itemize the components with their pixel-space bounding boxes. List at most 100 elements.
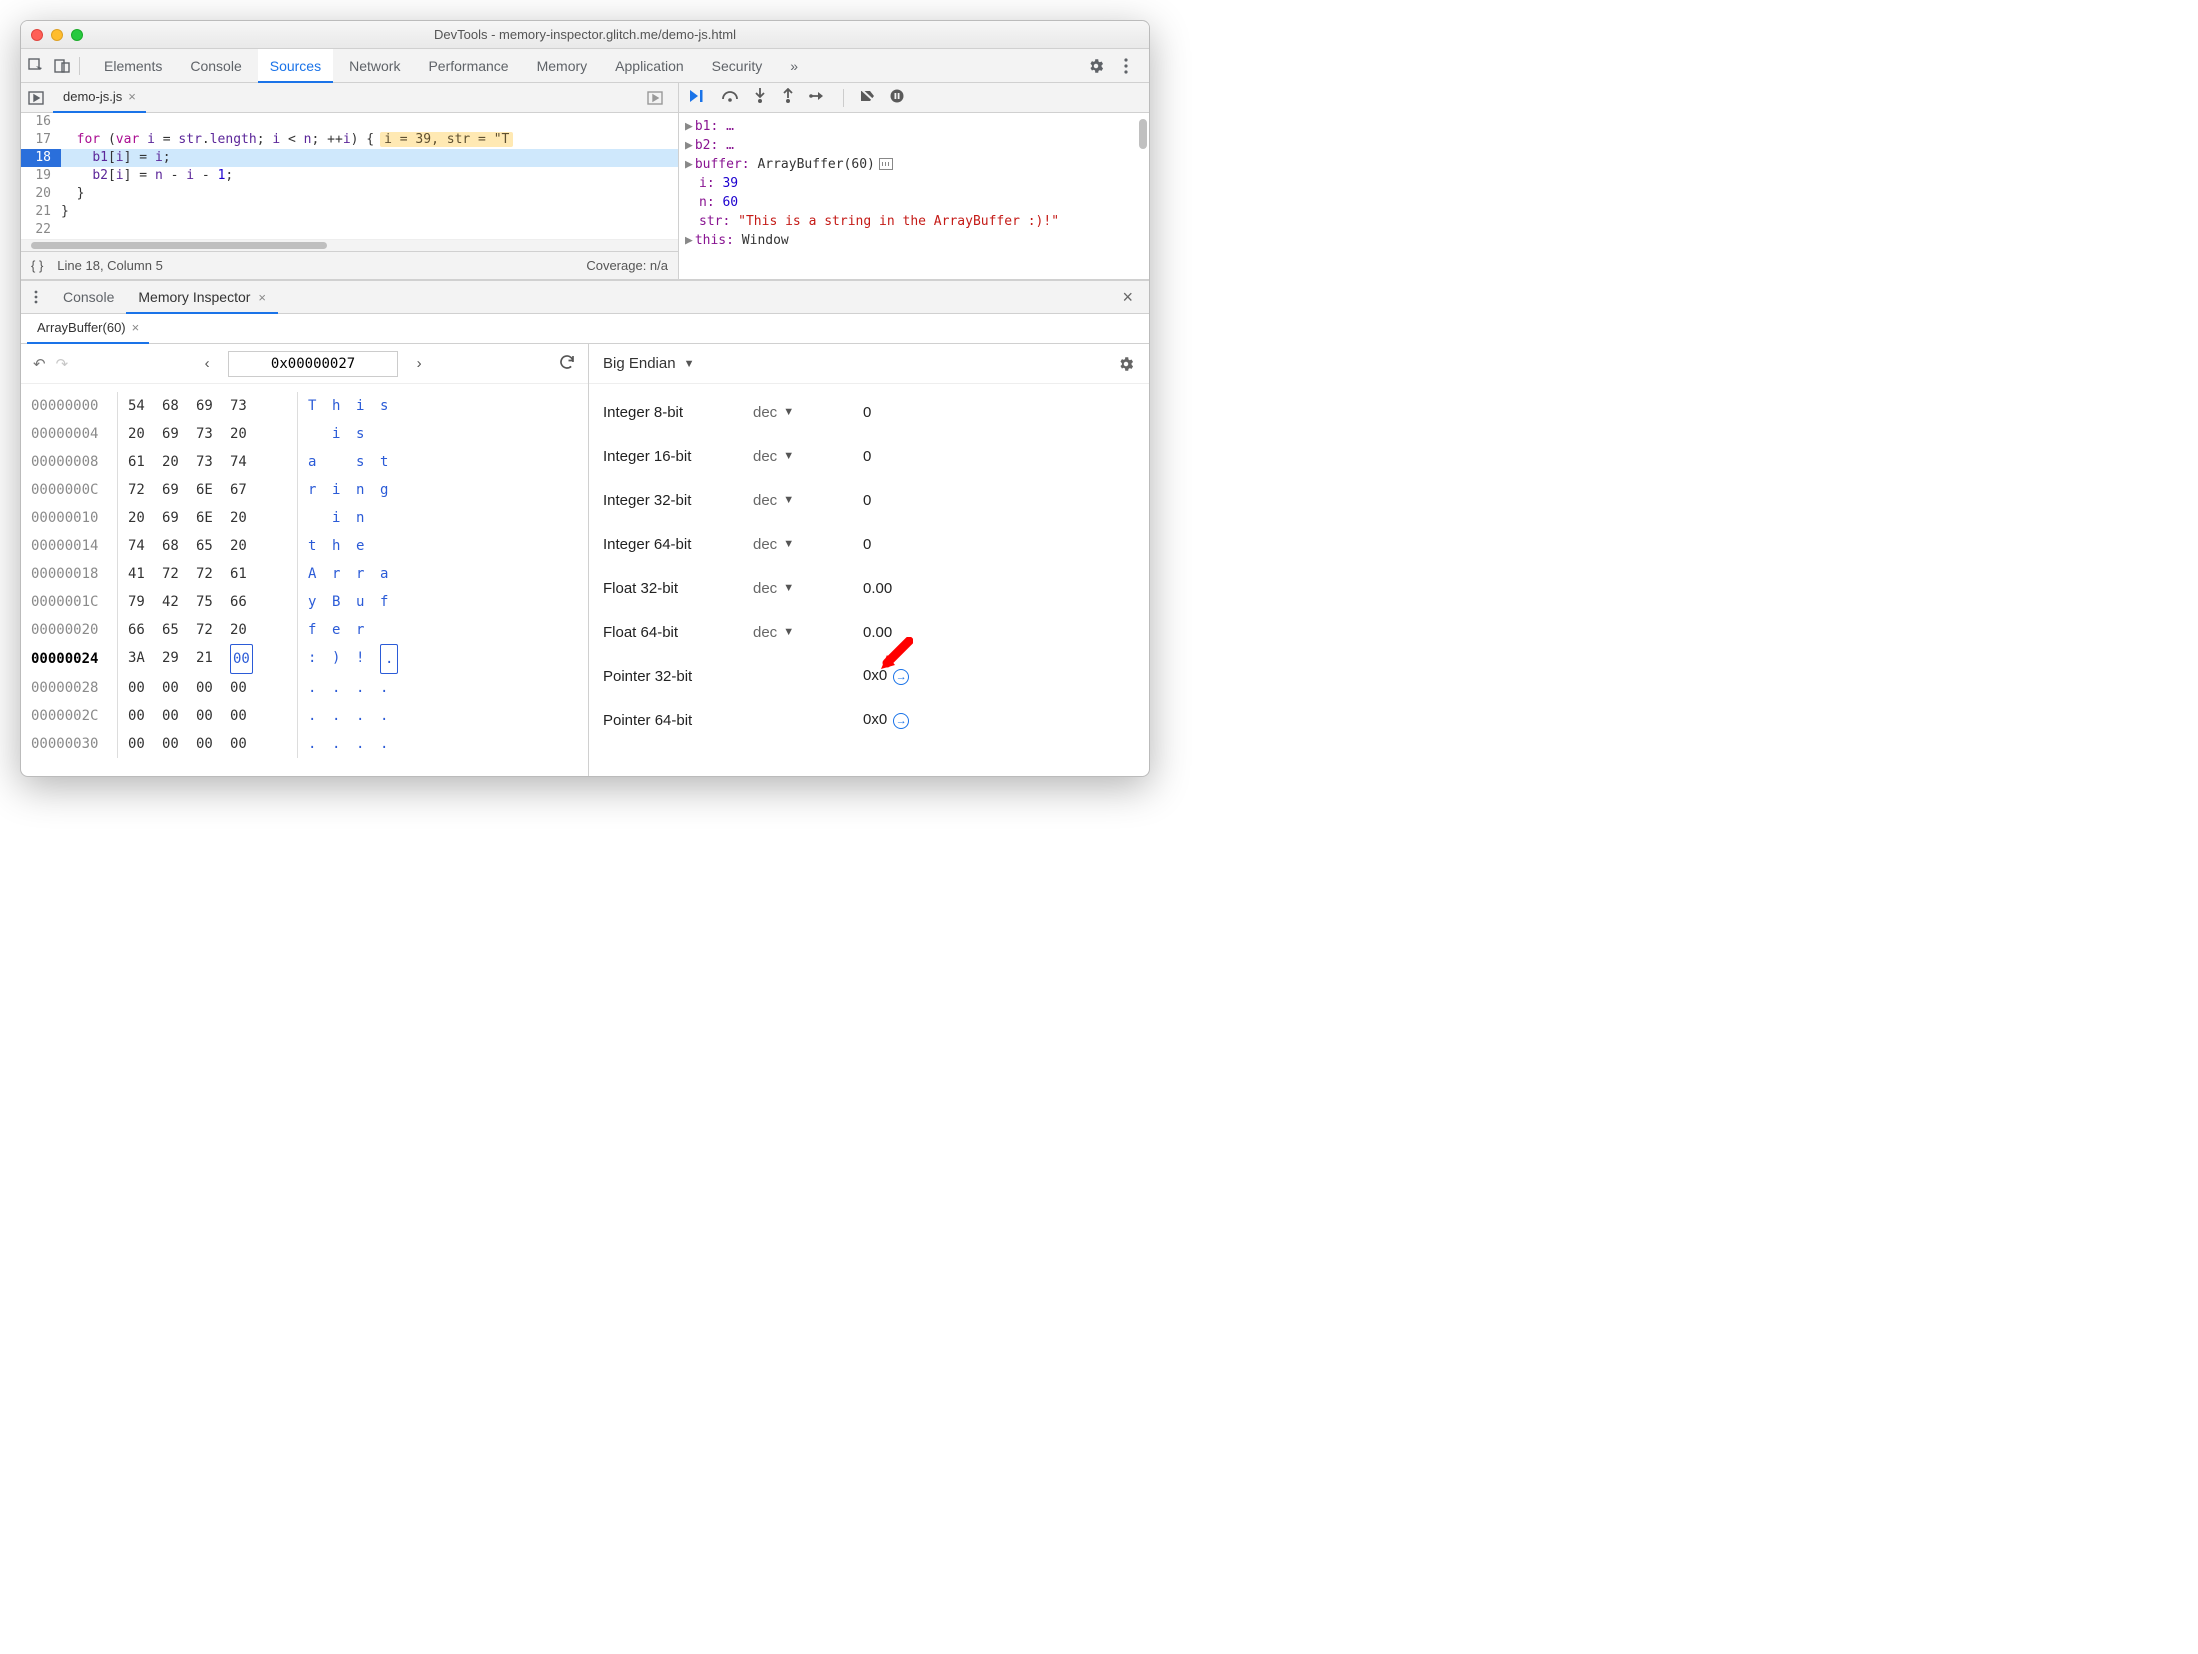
drawer-tabstrip: Console Memory Inspector × ×: [21, 280, 1149, 314]
code-line[interactable]: 18 b1[i] = i;: [21, 149, 678, 167]
settings-icon[interactable]: [1087, 57, 1105, 75]
value-row: Integer 16-bitdec▼0: [603, 434, 1135, 478]
kebab-menu-icon[interactable]: [1117, 57, 1135, 75]
horizontal-scrollbar[interactable]: [21, 239, 678, 251]
window-title: DevTools - memory-inspector.glitch.me/de…: [21, 27, 1149, 42]
show-navigator-icon[interactable]: [27, 89, 45, 107]
hex-viewer[interactable]: 0000000054686973This0000000420697320 is …: [21, 384, 588, 766]
value-row: Pointer 64-bit0x0→: [603, 698, 1135, 742]
jump-to-address-icon[interactable]: →: [893, 713, 909, 729]
panel-tab-performance[interactable]: Performance: [416, 49, 520, 83]
value-settings-icon[interactable]: [1117, 355, 1135, 373]
value-label: Integer 32-bit: [603, 492, 753, 509]
value-format-select[interactable]: dec▼: [753, 492, 863, 509]
memory-inspector-tabstrip: ArrayBuffer(60) ×: [21, 314, 1149, 344]
titlebar: DevTools - memory-inspector.glitch.me/de…: [21, 21, 1149, 49]
hex-row[interactable]: 0000000861207374a st: [31, 448, 578, 476]
hex-row[interactable]: 0000001474686520the: [31, 532, 578, 560]
drawer-kebab-icon[interactable]: [27, 288, 45, 306]
value-row: Float 32-bitdec▼0.00: [603, 566, 1135, 610]
page-back-icon[interactable]: ‹: [196, 355, 218, 372]
pause-on-exceptions-icon[interactable]: [890, 89, 904, 106]
endianness-select[interactable]: Big Endian ▼: [603, 355, 694, 372]
scope-pane[interactable]: ▶b1: … ▶b2: … ▶buffer: ArrayBuffer(60) i…: [679, 113, 1149, 254]
code-line[interactable]: 20 }: [21, 185, 678, 203]
refresh-icon[interactable]: [558, 353, 576, 374]
memory-toolbar: ↶ ↷ ‹ ›: [21, 344, 588, 384]
devtools-window: DevTools - memory-inspector.glitch.me/de…: [20, 20, 1150, 777]
step-icon[interactable]: [809, 89, 827, 106]
scope-buffer-key[interactable]: buffer:: [695, 157, 750, 172]
value-output: 0x0→: [863, 667, 909, 685]
minimize-window-button[interactable]: [51, 29, 63, 41]
close-memory-tab-icon[interactable]: ×: [132, 313, 140, 342]
hex-row[interactable]: 0000000C72696E67ring: [31, 476, 578, 504]
hex-row[interactable]: 0000003000000000....: [31, 730, 578, 758]
close-file-icon[interactable]: ×: [128, 82, 136, 111]
value-format-select[interactable]: dec▼: [753, 448, 863, 465]
page-forward-icon[interactable]: ›: [408, 355, 430, 372]
memory-inspector-tab[interactable]: ArrayBuffer(60) ×: [27, 314, 149, 344]
pretty-print-icon[interactable]: { }: [31, 258, 43, 273]
panel-tab-elements[interactable]: Elements: [92, 49, 174, 83]
drawer-tab-console[interactable]: Console: [51, 280, 126, 314]
hex-row[interactable]: 000000243A292100:)!.: [31, 644, 578, 674]
code-line[interactable]: 19 b2[i] = n - i - 1;: [21, 167, 678, 185]
code-line[interactable]: 16: [21, 113, 678, 131]
hex-row[interactable]: 0000001C79427566yBuf: [31, 588, 578, 616]
code-line[interactable]: 21}: [21, 203, 678, 221]
panel-tab-sources[interactable]: Sources: [258, 49, 333, 83]
step-into-icon[interactable]: [753, 88, 767, 107]
deactivate-breakpoints-icon[interactable]: [860, 89, 876, 106]
step-out-icon[interactable]: [781, 88, 795, 107]
drawer-tab-label: Memory Inspector: [138, 289, 250, 305]
scope-b1[interactable]: b1: …: [695, 119, 734, 134]
memory-inspector-body: ↶ ↷ ‹ › 0000000054686973This000000042069…: [21, 344, 1149, 776]
panel-tab-console[interactable]: Console: [178, 49, 253, 83]
cursor-position: Line 18, Column 5: [57, 258, 163, 273]
code-editor[interactable]: 16 17 for (var i = str.length; i < n; ++…: [21, 113, 678, 239]
hex-row[interactable]: 0000002800000000....: [31, 674, 578, 702]
hex-row[interactable]: 0000002066657220fer: [31, 616, 578, 644]
history-forward-icon[interactable]: ↷: [56, 355, 69, 373]
resume-icon[interactable]: [689, 89, 707, 106]
code-line[interactable]: 22: [21, 221, 678, 239]
hex-row[interactable]: 0000001020696E20 in: [31, 504, 578, 532]
scope-this-key[interactable]: this:: [695, 233, 734, 248]
reveal-in-memory-icon[interactable]: [879, 158, 893, 170]
hex-row[interactable]: 0000002C00000000....: [31, 702, 578, 730]
hex-row[interactable]: 0000000420697320 is: [31, 420, 578, 448]
value-output: 0: [863, 536, 871, 553]
sources-panel: demo-js.js × 16 17 for (var i = str.leng…: [21, 83, 1149, 280]
value-format-select[interactable]: dec▼: [753, 580, 863, 597]
panel-tab-application[interactable]: Application: [603, 49, 696, 83]
hex-row[interactable]: 0000000054686973This: [31, 392, 578, 420]
address-input[interactable]: [228, 351, 398, 377]
hex-row[interactable]: 0000001841727261Arra: [31, 560, 578, 588]
panel-tab-network[interactable]: Network: [337, 49, 412, 83]
value-format-select[interactable]: dec▼: [753, 624, 863, 641]
run-snippet-icon[interactable]: [646, 89, 664, 107]
scope-b2[interactable]: b2: …: [695, 138, 734, 153]
panel-tab-security[interactable]: Security: [700, 49, 775, 83]
step-over-icon[interactable]: [721, 89, 739, 106]
value-output: 0.00: [863, 580, 892, 597]
inspect-element-icon[interactable]: [27, 57, 45, 75]
value-row: Integer 8-bitdec▼0: [603, 390, 1135, 434]
drawer-tab-memory-inspector[interactable]: Memory Inspector ×: [126, 280, 278, 314]
maximize-window-button[interactable]: [71, 29, 83, 41]
close-drawer-icon[interactable]: ×: [1112, 287, 1143, 308]
value-row: Integer 32-bitdec▼0: [603, 478, 1135, 522]
more-tabs-button[interactable]: »: [778, 49, 810, 83]
caret-down-icon: ▼: [684, 358, 695, 370]
device-toolbar-icon[interactable]: [53, 57, 71, 75]
history-back-icon[interactable]: ↶: [33, 355, 46, 373]
value-format-select[interactable]: dec▼: [753, 404, 863, 421]
value-format-select[interactable]: dec▼: [753, 536, 863, 553]
scope-scrollbar[interactable]: [1139, 119, 1147, 149]
panel-tab-memory[interactable]: Memory: [525, 49, 600, 83]
close-window-button[interactable]: [31, 29, 43, 41]
code-line[interactable]: 17 for (var i = str.length; i < n; ++i) …: [21, 131, 678, 149]
close-drawer-tab-icon[interactable]: ×: [258, 290, 266, 305]
file-tab[interactable]: demo-js.js ×: [53, 83, 146, 113]
